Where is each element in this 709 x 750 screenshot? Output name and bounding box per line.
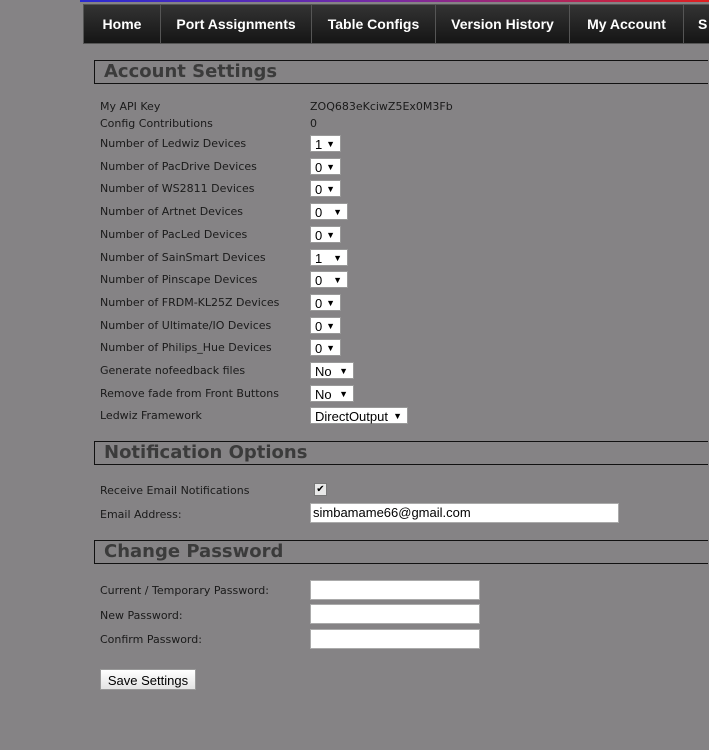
api-key-label: My API Key <box>100 100 161 113</box>
dropdown-arrow-icon: ▼ <box>339 388 348 399</box>
dropdown-arrow-icon: ▼ <box>326 343 335 354</box>
setting-label: Generate nofeedback files <box>100 364 246 377</box>
setting-select[interactable]: 0 ▼ <box>310 203 348 221</box>
select-value: 0 <box>315 318 323 334</box>
select-value: No <box>315 386 332 402</box>
receive-email-checkbox[interactable]: ✔ <box>314 483 327 496</box>
dropdown-arrow-icon: ▼ <box>326 229 335 240</box>
save-settings-button[interactable]: Save Settings <box>100 669 196 690</box>
dropdown-arrow-icon: ▼ <box>326 184 335 195</box>
setting-label: Number of Artnet Devices <box>100 205 244 219</box>
setting-select[interactable]: DirectOutput ▼ <box>310 407 408 425</box>
select-value: 0 <box>315 273 323 289</box>
section-account-settings: Account Settings <box>94 60 708 84</box>
confirm-password-label: Confirm Password: <box>100 633 202 646</box>
select-value: No <box>315 364 332 379</box>
setting-label: Number of Philips_Hue Devices <box>100 341 272 355</box>
select-value: 0 <box>315 159 323 175</box>
select-value: 1 <box>315 250 323 266</box>
setting-label: Number of PacDrive Devices <box>100 159 257 173</box>
setting-label: Number of SainSmart Devices <box>100 250 266 264</box>
nav-table-configs[interactable]: Table Configs <box>312 5 436 43</box>
dropdown-arrow-icon: ▼ <box>326 297 335 308</box>
select-value: 0 <box>315 295 323 311</box>
dropdown-arrow-icon: ▼ <box>333 275 342 286</box>
setting-select[interactable]: 0 ▼ <box>310 293 341 311</box>
setting-select[interactable]: No ▼ <box>310 384 354 402</box>
setting-select[interactable]: 0 ▼ <box>310 225 341 243</box>
dropdown-arrow-icon: ▼ <box>333 252 342 263</box>
section-change-password: Change Password <box>94 540 708 564</box>
setting-label: Number of Pinscape Devices <box>100 273 258 287</box>
select-value: 0 <box>315 227 323 243</box>
current-password-label: Current / Temporary Password: <box>100 584 269 597</box>
select-value: 0 <box>315 205 323 221</box>
main-nav: Home Port Assignments Table Configs Vers… <box>83 4 709 44</box>
new-password-label: New Password: <box>100 609 183 622</box>
nav-more[interactable]: S <box>684 5 709 43</box>
setting-label: Number of Ledwiz Devices <box>100 137 247 150</box>
setting-select[interactable]: 1 ▼ <box>310 135 341 152</box>
setting-select[interactable]: 0 ▼ <box>310 271 348 289</box>
nav-port-assignments[interactable]: Port Assignments <box>161 5 312 43</box>
top-accent-line <box>80 0 709 2</box>
setting-label: Number of Ultimate/IO Devices <box>100 318 272 332</box>
setting-select[interactable]: 0 ▼ <box>310 316 341 334</box>
setting-label: Remove fade from Front Buttons <box>100 386 279 400</box>
nav-home[interactable]: Home <box>84 5 161 43</box>
dropdown-arrow-icon: ▼ <box>333 207 342 218</box>
confirm-password-input[interactable] <box>310 629 480 649</box>
contributions-value: 0 <box>310 117 317 130</box>
setting-select[interactable]: 0 ▼ <box>310 180 341 198</box>
setting-select[interactable]: 0 ▼ <box>310 157 341 175</box>
setting-label: Ledwiz Framework <box>100 409 202 423</box>
dropdown-arrow-icon: ▼ <box>326 161 335 172</box>
setting-label: Number of WS2811 Devices <box>100 182 255 196</box>
section-notification-options: Notification Options <box>94 441 708 465</box>
nav-my-account[interactable]: My Account <box>570 5 684 43</box>
current-password-input[interactable] <box>310 580 480 600</box>
setting-label: Number of PacLed Devices <box>100 227 248 241</box>
dropdown-arrow-icon: ▼ <box>326 139 335 149</box>
setting-select[interactable]: 0 ▼ <box>310 339 341 357</box>
setting-select[interactable]: 1 ▼ <box>310 248 348 266</box>
select-value: 1 <box>315 137 323 152</box>
new-password-input[interactable] <box>310 604 480 624</box>
select-value: 0 <box>315 182 323 198</box>
receive-email-label: Receive Email Notifications <box>100 484 250 497</box>
email-input[interactable]: simbamame66@gmail.com <box>310 503 619 523</box>
api-key-value: ZOQ683eKciwZ5Ex0M3Fb <box>310 100 453 113</box>
setting-select[interactable]: No ▼ <box>310 362 354 379</box>
email-label: Email Address: <box>100 508 182 521</box>
dropdown-arrow-icon: ▼ <box>393 411 402 422</box>
nav-version-history[interactable]: Version History <box>436 5 570 43</box>
dropdown-arrow-icon: ▼ <box>326 320 335 331</box>
dropdown-arrow-icon: ▼ <box>339 366 348 376</box>
setting-label: Number of FRDM-KL25Z Devices <box>100 295 280 309</box>
contributions-label: Config Contributions <box>100 117 213 130</box>
select-value: DirectOutput <box>315 409 388 425</box>
select-value: 0 <box>315 341 323 357</box>
